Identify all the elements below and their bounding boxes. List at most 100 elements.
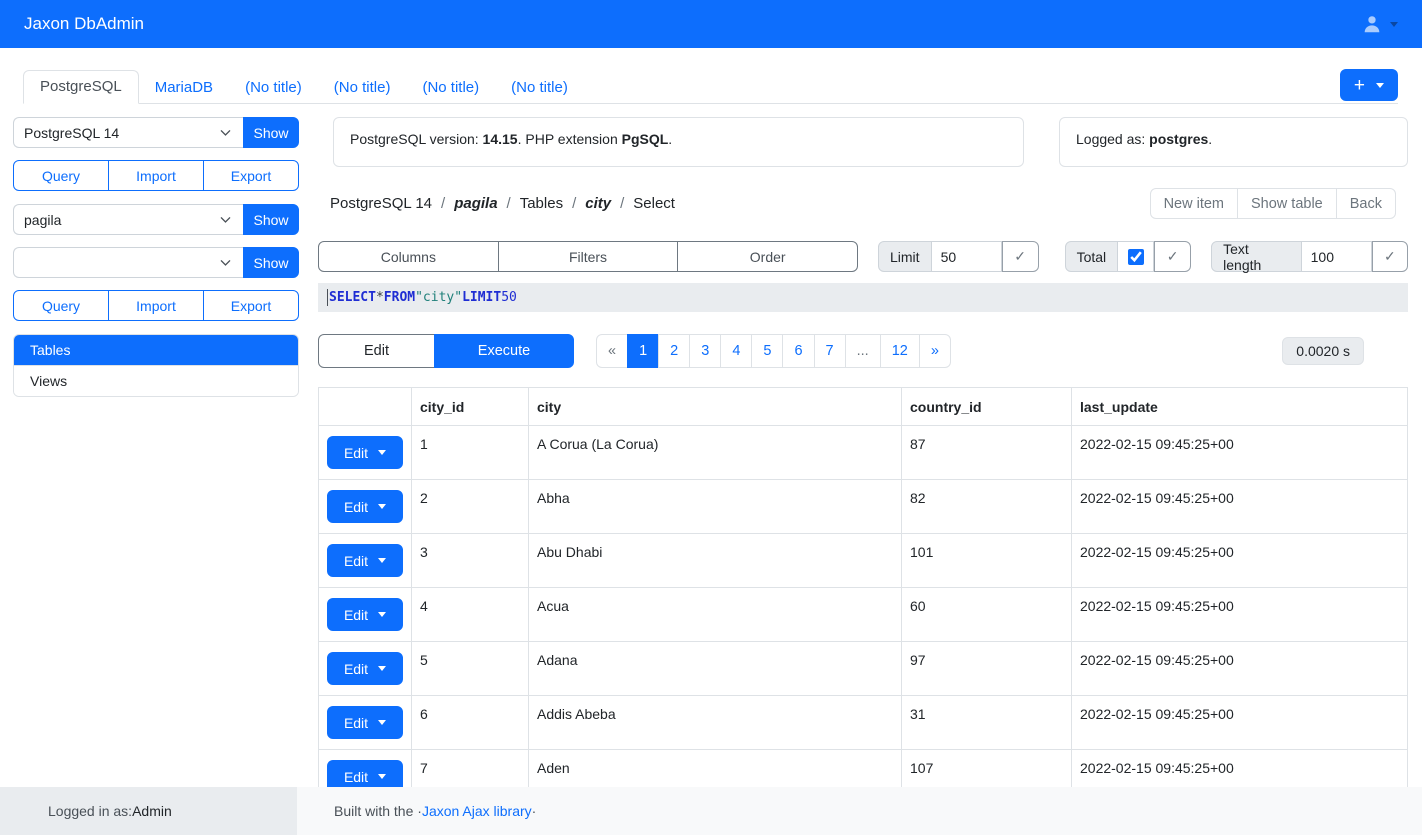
server-select-value: PostgreSQL 14 [24,125,218,141]
sidebar-item-tables[interactable]: Tables [14,335,298,365]
jaxon-library-link[interactable]: Jaxon Ajax library [422,803,532,819]
page-6[interactable]: 6 [782,334,814,368]
user-icon [1361,13,1383,35]
database-query-button[interactable]: Query [13,290,109,321]
sql-editor[interactable]: SELECT * FROM "city" LIMIT 50 [318,283,1408,312]
row-edit-label: Edit [344,661,368,677]
caret-down-icon [378,666,386,671]
execute-button[interactable]: Execute [434,334,574,368]
row-edit-button[interactable]: Edit [327,436,403,469]
version-prefix: PostgreSQL version: [350,131,483,147]
server-query-button[interactable]: Query [13,160,109,191]
columns-button[interactable]: Columns [318,241,499,272]
cell-country-id: 82 [902,480,1072,534]
total-checkbox[interactable] [1128,249,1144,265]
add-connection-button[interactable]: + [1340,69,1398,101]
cell-city-id: 3 [412,534,529,588]
order-button[interactable]: Order [677,241,858,272]
sidebar-item-views[interactable]: Views [14,365,298,396]
tab-no-title-3[interactable]: (No title) [406,72,495,104]
page-4[interactable]: 4 [720,334,752,368]
page-5[interactable]: 5 [751,334,783,368]
logged-as-box: Logged as: postgres. [1059,117,1408,167]
database-import-button[interactable]: Import [108,290,204,321]
page-3[interactable]: 3 [689,334,721,368]
new-item-button[interactable]: New item [1150,188,1238,219]
page-12[interactable]: 12 [880,334,920,368]
tab-no-title-2[interactable]: (No title) [318,72,407,104]
cell-country-id: 31 [902,696,1072,750]
sql-number: 50 [501,290,517,305]
page-1[interactable]: 1 [627,334,659,368]
breadcrumb-server[interactable]: PostgreSQL 14 [330,195,432,212]
php-extension: PgSQL [622,131,669,147]
row-edit-button[interactable]: Edit [327,544,403,577]
tab-no-title-1[interactable]: (No title) [229,72,318,104]
cell-country-id: 60 [902,588,1072,642]
main: PostgreSQL version: 14.15. PHP extension… [318,117,1408,835]
row-edit-button[interactable]: Edit [327,652,403,685]
text-length-apply-button[interactable]: ✓ [1372,241,1408,272]
row-edit-button[interactable]: Edit [327,706,403,739]
tab-mariadb[interactable]: MariaDB [139,72,229,104]
table-row: Edit 4 Acua 60 2022-02-15 09:45:25+00 [319,588,1408,642]
breadcrumb-database[interactable]: pagila [454,195,497,212]
breadcrumb-table[interactable]: city [585,195,611,212]
back-button[interactable]: Back [1336,188,1396,219]
page-7[interactable]: 7 [814,334,846,368]
show-table-button[interactable]: Show table [1237,188,1337,219]
table-row: Edit 5 Adana 97 2022-02-15 09:45:25+00 [319,642,1408,696]
cell-city-id: 5 [412,642,529,696]
caret-down-icon [378,504,386,509]
database-select[interactable]: pagila [13,204,243,235]
caret-down-icon [378,612,386,617]
cell-last-update: 2022-02-15 09:45:25+00 [1072,426,1408,480]
filters-button[interactable]: Filters [498,241,679,272]
cell-last-update: 2022-02-15 09:45:25+00 [1072,696,1408,750]
limit-apply-button[interactable]: ✓ [1002,241,1039,272]
pagination: « 1 2 3 4 5 6 7 ... 12 » [596,334,951,368]
header-country-id: country_id [902,388,1072,426]
database-show-button[interactable]: Show [243,204,299,235]
navbar: Jaxon DbAdmin [0,0,1422,48]
user-menu[interactable] [1361,13,1398,35]
page-next[interactable]: » [919,334,951,368]
cell-last-update: 2022-02-15 09:45:25+00 [1072,642,1408,696]
schema-show-button[interactable]: Show [243,247,299,278]
text-length-input[interactable] [1302,241,1372,272]
breadcrumb-separator: / [572,195,576,212]
chevron-down-icon [218,212,233,227]
caret-down-icon [1376,83,1384,88]
sql-operator: * [376,290,384,305]
cell-city: Abu Dhabi [529,534,902,588]
server-select[interactable]: PostgreSQL 14 [13,117,243,148]
sql-keyword: SELECT [329,290,376,305]
database-export-button[interactable]: Export [203,290,299,321]
row-edit-button[interactable]: Edit [327,598,403,631]
schema-select[interactable] [13,247,243,278]
breadcrumb-select: Select [633,195,675,212]
total-apply-button[interactable]: ✓ [1154,241,1191,272]
check-icon: ✓ [1167,248,1179,264]
breadcrumb-tables[interactable]: Tables [520,195,563,212]
server-export-button[interactable]: Export [203,160,299,191]
tab-no-title-4[interactable]: (No title) [495,72,584,104]
footer: Logged in as: Admin Built with the · Jax… [0,787,1422,835]
page-2[interactable]: 2 [658,334,690,368]
server-import-button[interactable]: Import [108,160,204,191]
cell-last-update: 2022-02-15 09:45:25+00 [1072,480,1408,534]
row-edit-label: Edit [344,445,368,461]
page-prev[interactable]: « [596,334,628,368]
database-select-value: pagila [24,212,218,228]
caret-down-icon [1390,22,1398,27]
tab-postgresql[interactable]: PostgreSQL [23,70,139,104]
dot: . [668,131,672,147]
limit-group: Limit ✓ [878,241,1039,272]
server-show-button[interactable]: Show [243,117,299,148]
row-edit-button[interactable]: Edit [327,490,403,523]
limit-input[interactable] [932,241,1002,272]
row-edit-label: Edit [344,553,368,569]
cell-city-id: 4 [412,588,529,642]
caret-down-icon [378,558,386,563]
edit-query-button[interactable]: Edit [318,334,435,368]
